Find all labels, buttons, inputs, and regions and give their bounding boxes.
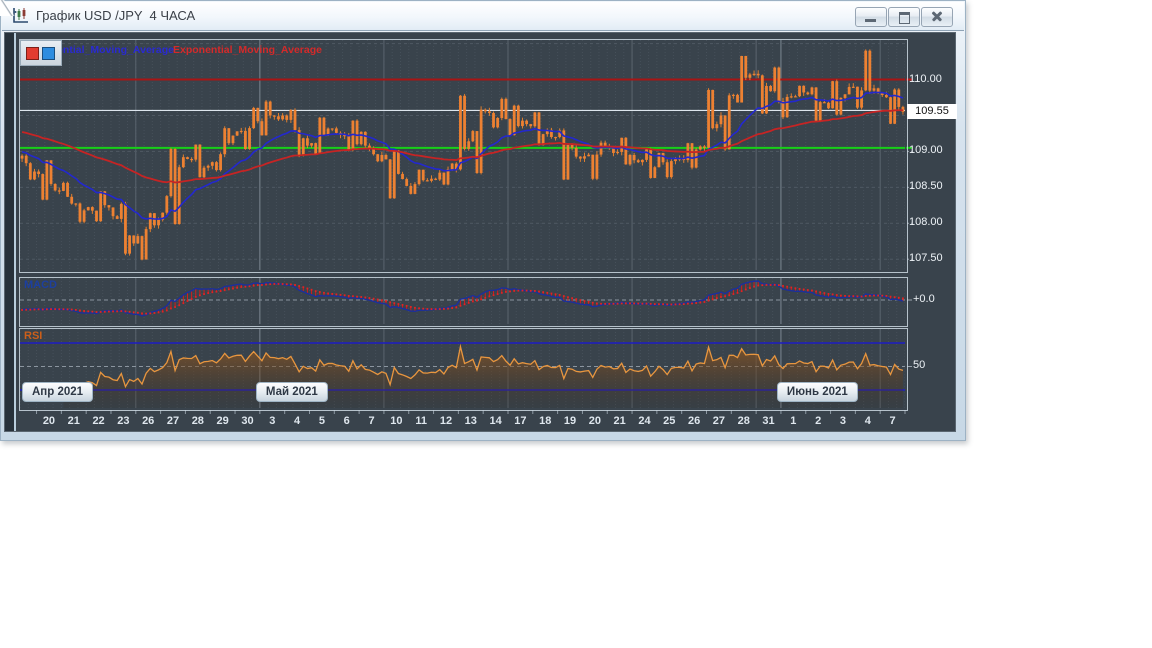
x-axis-day-label: 25 [663, 415, 675, 427]
x-axis-day-label: 13 [465, 415, 477, 427]
x-axis-day-label: 4 [865, 415, 871, 427]
month-label-apr[interactable]: Апр 2021 [22, 382, 93, 402]
close-button[interactable] [921, 7, 953, 27]
restore-button[interactable] [888, 7, 920, 27]
x-axis-day-label: 3 [269, 415, 275, 427]
legend-swatch-box[interactable] [20, 40, 62, 66]
x-axis-day-label: 7 [368, 415, 374, 427]
x-axis-day-label: 30 [241, 415, 253, 427]
rsi-mid-label: 50 [913, 359, 925, 371]
x-axis-day-label: 28 [192, 415, 204, 427]
window-title: График USD /JPY 4 ЧАСА [36, 8, 195, 23]
x-axis-day-label: 3 [840, 415, 846, 427]
x-axis-day-label: 12 [440, 415, 452, 427]
x-axis-day-label: 28 [738, 415, 750, 427]
chart-window: График USD /JPY 4 ЧАСА Exponential_Movin… [0, 0, 966, 441]
x-axis-day-label: 6 [344, 415, 350, 427]
main-price-panel-border [19, 39, 908, 273]
month-label-jun[interactable]: Июнь 2021 [777, 382, 858, 402]
x-axis-day-label: 4 [294, 415, 300, 427]
x-axis-day-label: 23 [117, 415, 129, 427]
month-label-may[interactable]: Май 2021 [256, 382, 328, 402]
macd-panel-border [19, 277, 908, 327]
x-axis-day-label: 5 [319, 415, 325, 427]
current-price-badge: 109.55 [907, 104, 957, 119]
x-axis-day-label: 26 [688, 415, 700, 427]
x-axis-day-label: 17 [514, 415, 526, 427]
x-axis-day-label: 29 [217, 415, 229, 427]
x-axis-day-label: 31 [762, 415, 774, 427]
x-axis-day-label: 2 [815, 415, 821, 427]
x-axis-day-label: 19 [564, 415, 576, 427]
x-axis-day-label: 21 [68, 415, 80, 427]
chart-client-area: Exponential_Moving_Average Exponential_M… [4, 32, 956, 432]
minimize-button[interactable] [855, 7, 887, 27]
x-axis-day-label: 18 [539, 415, 551, 427]
rsi-label: RSI [24, 330, 42, 342]
x-axis-day-label: 26 [142, 415, 154, 427]
x-axis-day-label: 24 [638, 415, 650, 427]
price-axis-label: 108.50 [909, 180, 955, 192]
x-axis-day-label: 27 [713, 415, 725, 427]
x-axis-day-label: 20 [43, 415, 55, 427]
legend-ema-red-label: Exponential_Moving_Average [173, 44, 322, 56]
x-axis-day-label: 27 [167, 415, 179, 427]
window-titlebar[interactable]: График USD /JPY 4 ЧАСА [2, 2, 964, 31]
x-axis-day-label: 20 [589, 415, 601, 427]
x-axis-day-label: 11 [415, 415, 427, 427]
x-axis-day-label: 7 [890, 415, 896, 427]
price-axis-label: 110.00 [909, 73, 955, 85]
rsi-panel-border [19, 328, 908, 411]
x-axis-day-label: 10 [390, 415, 402, 427]
price-axis-label: 109.00 [909, 144, 955, 156]
price-axis-label: 107.50 [909, 252, 955, 264]
price-axis-label: 108.00 [909, 216, 955, 228]
macd-zero-label: +0.0 [913, 293, 935, 305]
background-window-edge [0, 0, 16, 16]
x-axis-day-label: 1 [790, 415, 796, 427]
macd-label: MACD [24, 279, 57, 291]
x-axis-day-label: 21 [614, 415, 626, 427]
x-axis-day-label: 22 [92, 415, 104, 427]
restore-icon [899, 12, 910, 24]
minimize-icon [865, 19, 876, 22]
date-axis: 2021222326272829303456710111213141718192… [5, 415, 957, 431]
red-swatch-icon [26, 47, 39, 60]
x-axis-day-label: 14 [489, 415, 501, 427]
blue-swatch-icon [42, 47, 55, 60]
